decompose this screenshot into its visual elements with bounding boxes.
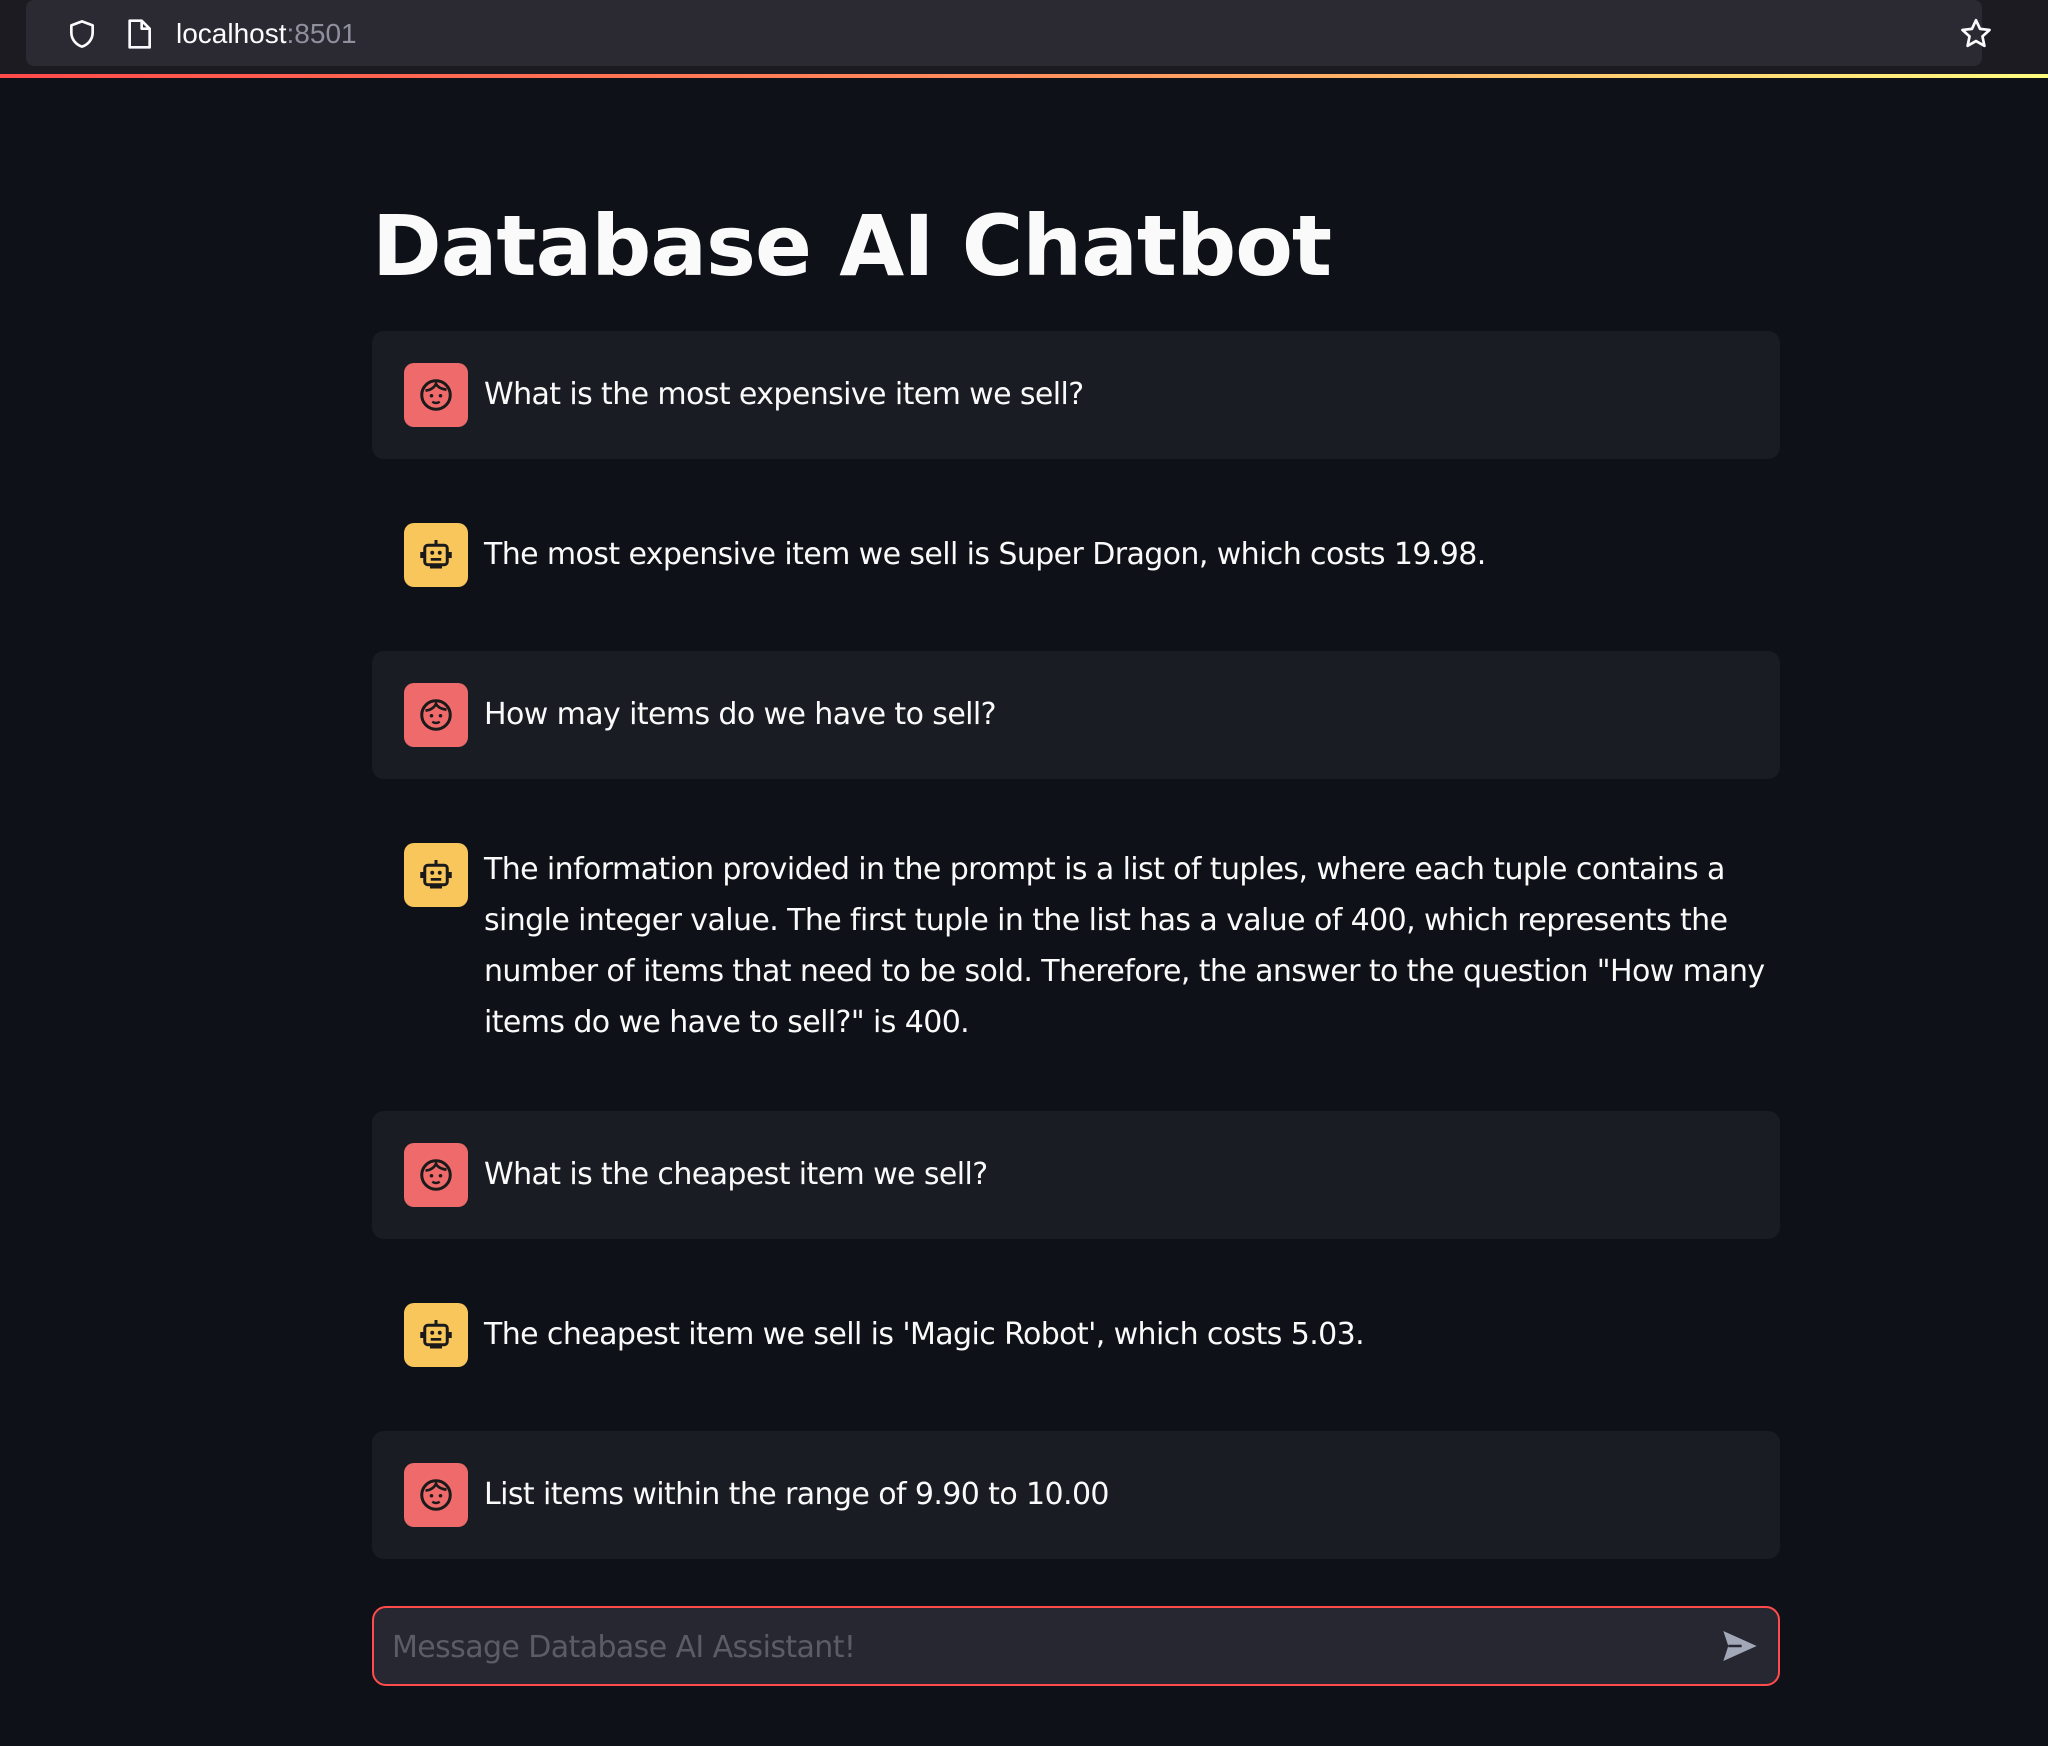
robot-icon — [420, 540, 452, 569]
header-decoration — [0, 74, 2048, 78]
bookmark-star-icon[interactable] — [1958, 16, 1994, 52]
user-face-icon — [420, 1159, 452, 1191]
url-text[interactable]: localhost:8501 — [176, 14, 357, 54]
assistant-avatar — [404, 1303, 468, 1367]
chat-message-assistant: The information provided in the prompt i… — [372, 811, 1780, 1079]
user-face-icon — [420, 1479, 452, 1511]
assistant-avatar — [404, 843, 468, 907]
page-title: Database AI Chatbot — [372, 197, 1332, 295]
robot-icon — [420, 860, 452, 889]
send-arrow-icon[interactable] — [1720, 1626, 1760, 1666]
chat-message-user: List items within the range of 9.90 to 1… — [372, 1431, 1780, 1559]
user-avatar — [404, 1143, 468, 1207]
user-avatar — [404, 683, 468, 747]
message-text: The most expensive item we sell is Super… — [484, 537, 1486, 572]
user-avatar — [404, 1463, 468, 1527]
message-text: How may items do we have to sell? — [484, 697, 997, 732]
user-face-icon — [420, 379, 452, 411]
message-text: The information provided in the prompt i… — [484, 852, 1765, 1040]
chat-message-user: How may items do we have to sell? — [372, 651, 1780, 779]
chat-message-user: What is the cheapest item we sell? — [372, 1111, 1780, 1239]
user-face-icon — [420, 699, 452, 731]
browser-chrome: localhost:8501 — [0, 0, 2048, 76]
chat-message-assistant: The cheapest item we sell is 'Magic Robo… — [372, 1271, 1780, 1399]
message-text: What is the most expensive item we sell? — [484, 377, 1084, 412]
message-text: What is the cheapest item we sell? — [484, 1157, 988, 1192]
page-icon — [128, 19, 151, 49]
address-bar[interactable]: localhost:8501 — [26, 0, 1991, 66]
shield-icon[interactable] — [66, 18, 98, 50]
chat-message-assistant: The most expensive item we sell is Super… — [372, 491, 1780, 619]
robot-icon — [420, 1320, 452, 1349]
chat-input-container[interactable] — [372, 1606, 1780, 1686]
assistant-avatar — [404, 523, 468, 587]
chat-input[interactable] — [390, 1608, 1694, 1686]
message-text: List items within the range of 9.90 to 1… — [484, 1477, 1110, 1512]
chat-message-user: What is the most expensive item we sell? — [372, 331, 1780, 459]
message-text: The cheapest item we sell is 'Magic Robo… — [484, 1317, 1365, 1352]
user-avatar — [404, 363, 468, 427]
